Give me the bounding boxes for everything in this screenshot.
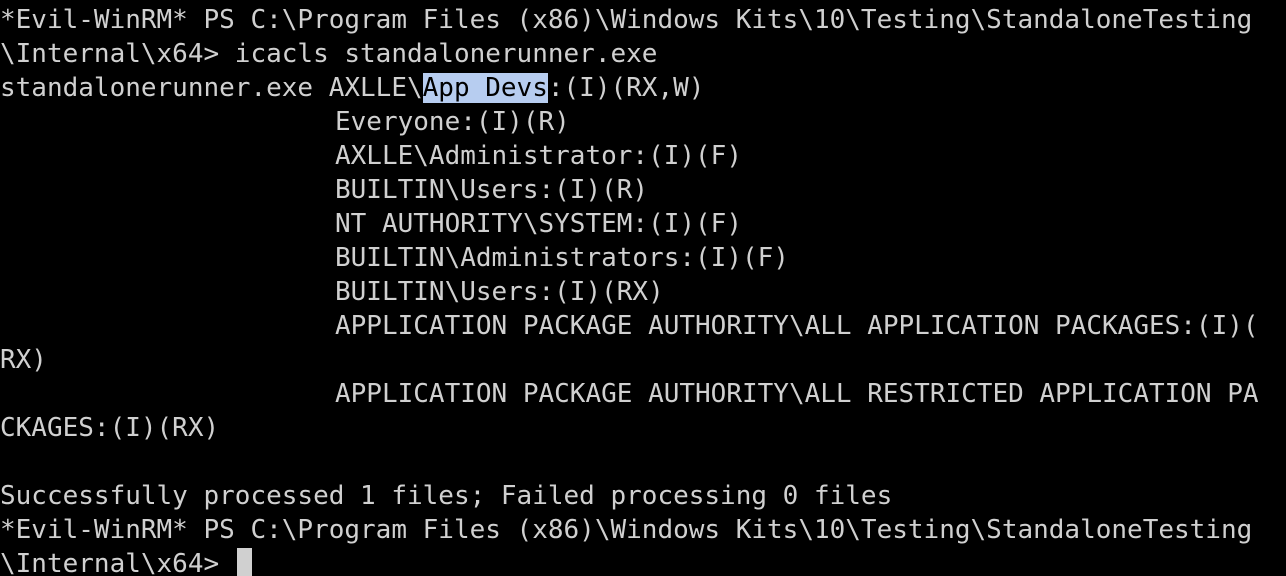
- terminal-window[interactable]: *Evil-WinRM* PS C:\Program Files (x86)\W…: [0, 0, 1286, 576]
- acl-entry: Everyone:(I)(R): [335, 107, 570, 137]
- acl-entry: AXLLE\Administrator:(I)(F): [335, 141, 742, 171]
- input-line[interactable]: \Internal\x64>: [0, 547, 252, 576]
- result-line: Successfully processed 1 files; Failed p…: [0, 481, 893, 511]
- prompt-line: *Evil-WinRM* PS C:\Program Files (x86)\W…: [0, 5, 1253, 35]
- acl-entry-wrap: RX): [0, 345, 47, 375]
- acl-entry: BUILTIN\Administrators:(I)(F): [335, 243, 789, 273]
- acl-entry-wrap: CKAGES:(I)(RX): [0, 413, 220, 443]
- acl-entry: APPLICATION PACKAGE AUTHORITY\ALL APPLIC…: [335, 311, 1259, 341]
- acl-entry: BUILTIN\Users:(I)(RX): [335, 277, 664, 307]
- prompt-line: *Evil-WinRM* PS C:\Program Files (x86)\W…: [0, 515, 1253, 545]
- acl-entry: APPLICATION PACKAGE AUTHORITY\ALL RESTRI…: [335, 379, 1259, 409]
- selected-text[interactable]: App Devs: [422, 73, 548, 103]
- acl-permission: :(I)(RX,W): [547, 73, 705, 103]
- acl-file-name: standalonerunner.exe AXLLE\: [0, 73, 423, 103]
- acl-entry: NT AUTHORITY\SYSTEM:(I)(F): [335, 209, 742, 239]
- acl-entry: BUILTIN\Users:(I)(R): [335, 175, 649, 205]
- text-cursor: [236, 548, 252, 576]
- acl-first-entry: standalonerunner.exe AXLLE\App Devs:(I)(…: [0, 71, 704, 105]
- prompt-path: \Internal\x64>: [0, 549, 235, 576]
- command-line: \Internal\x64> icacls standalonerunner.e…: [0, 39, 658, 69]
